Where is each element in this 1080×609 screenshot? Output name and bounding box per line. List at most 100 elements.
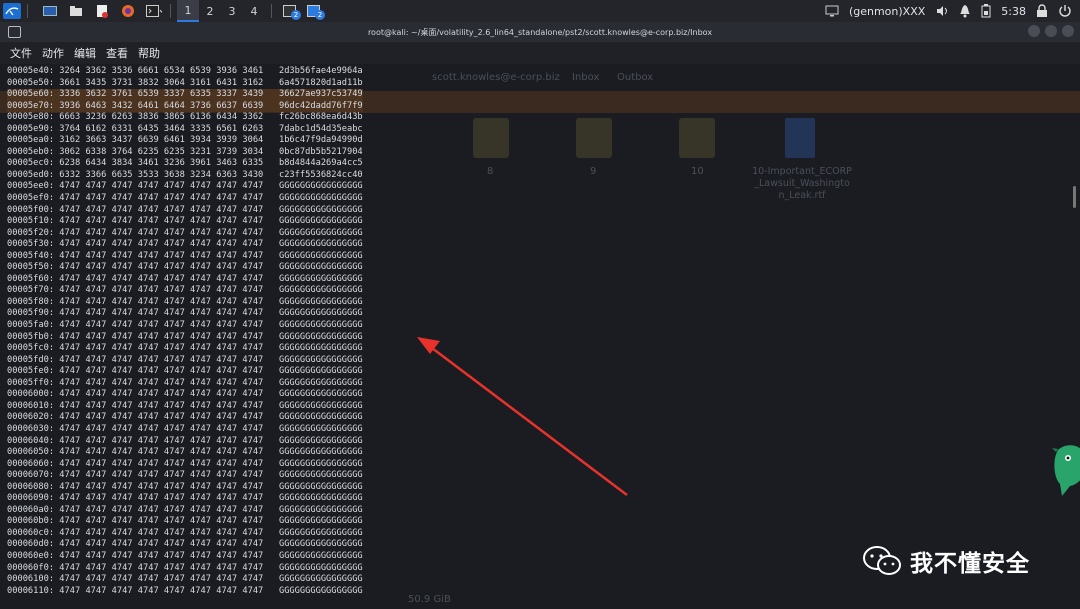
hexdump-row: 00006090: 4747 4747 4747 4747 4747 4747 … <box>7 493 363 504</box>
hexdump-row: 00005ec0: 6238 6434 3834 3461 3236 3961 … <box>7 158 363 169</box>
hexdump-row: 00005fb0: 4747 4747 4747 4747 4747 4747 … <box>7 331 363 342</box>
hexdump-row: 000060f0: 4747 4747 4747 4747 4747 4747 … <box>7 562 363 573</box>
power-icon[interactable] <box>1058 4 1072 18</box>
bg-breadcrumb-inbox: Inbox <box>572 72 600 83</box>
terminal-window-icon <box>8 26 21 38</box>
watermark-text: 我不懂安全 <box>910 551 1030 577</box>
hexdump-row: 00006010: 4747 4747 4747 4747 4747 4747 … <box>7 400 363 411</box>
hexdump-row: 00005e50: 3661 3435 3731 3832 3064 3161 … <box>7 77 363 88</box>
hexdump-row: 000060d0: 4747 4747 4747 4747 4747 4747 … <box>7 539 363 550</box>
terminal-icon[interactable] <box>144 3 164 19</box>
minimize-button[interactable] <box>1028 25 1040 37</box>
notification-bell-icon[interactable] <box>959 4 971 18</box>
hexdump-row: 00005fd0: 4747 4747 4747 4747 4747 4747 … <box>7 354 363 365</box>
hexdump-row: 000060c0: 4747 4747 4747 4747 4747 4747 … <box>7 527 363 538</box>
bg-file-label: 8 <box>487 166 494 177</box>
window-title: root@kali: ~/桌面/volatility_2.6_lin64_sta… <box>367 27 713 37</box>
bg-doc-label: 10-Important_ECORP_Lawsuit_Washington_Le… <box>752 166 852 201</box>
wechat-icon <box>863 546 901 575</box>
menu-help[interactable]: 帮助 <box>138 45 160 61</box>
hexdump-row: 00005fe0: 4747 4747 4747 4747 4747 4747 … <box>7 366 363 377</box>
watermark: 我不懂安全 <box>862 544 1030 578</box>
hexdump-row: 00006040: 4747 4747 4747 4747 4747 4747 … <box>7 435 363 446</box>
hexdump-row: 000060e0: 4747 4747 4747 4747 4747 4747 … <box>7 550 363 561</box>
hexdump-row: 00005f20: 4747 4747 4747 4747 4747 4747 … <box>7 227 363 238</box>
text-editor-icon[interactable] <box>92 3 112 19</box>
bg-file-icon <box>576 118 612 158</box>
hexdump-row: 00005e90: 3764 6162 6331 6435 3464 3335 … <box>7 123 363 134</box>
bg-status: 50.9 GiB <box>408 594 451 605</box>
hexdump-row: 00005ef0: 4747 4747 4747 4747 4747 4747 … <box>7 193 363 204</box>
window-count-badge: 2 <box>291 10 301 20</box>
hexdump-row: 00005ee0: 4747 4747 4747 4747 4747 4747 … <box>7 181 363 192</box>
hexdump-row: 00005e70: 3936 6463 3432 6461 6464 3736 … <box>7 100 363 113</box>
hexdump-row: 00005eb0: 3062 6338 3764 6235 6235 3231 … <box>7 146 363 157</box>
hexdump-row: 00005f80: 4747 4747 4747 4747 4747 4747 … <box>7 296 363 307</box>
hexdump-row: 00005f30: 4747 4747 4747 4747 4747 4747 … <box>7 239 363 250</box>
taskbar-filemanager-group[interactable]: 2 <box>302 0 326 22</box>
hexdump-row: 00006080: 4747 4747 4747 4747 4747 4747 … <box>7 481 363 492</box>
workspace-1[interactable]: 1 <box>177 0 199 22</box>
bg-file-label: 9 <box>590 166 597 177</box>
hexdump-row: 00005f40: 4747 4747 4747 4747 4747 4747 … <box>7 250 363 261</box>
hexdump-row: 00006060: 4747 4747 4747 4747 4747 4747 … <box>7 458 363 469</box>
hexdump-row: 00005ff0: 4747 4747 4747 4747 4747 4747 … <box>7 377 363 388</box>
hexdump-row: 00005f10: 4747 4747 4747 4747 4747 4747 … <box>7 216 363 227</box>
hexdump-row: 00006030: 4747 4747 4747 4747 4747 4747 … <box>7 423 363 434</box>
hexdump-row: 00005ed0: 6332 3366 6635 3533 3638 3234 … <box>7 169 363 180</box>
workspace-4[interactable]: 4 <box>243 0 265 22</box>
workspace-2[interactable]: 2 <box>199 0 221 22</box>
genmon-user[interactable]: (genmon)XXX <box>849 5 925 18</box>
taskbar-terminal-group[interactable]: 2 <box>278 0 302 22</box>
hexdump-row: 00005f50: 4747 4747 4747 4747 4747 4747 … <box>7 262 363 273</box>
battery-icon[interactable] <box>981 4 991 18</box>
window-titlebar[interactable]: root@kali: ~/桌面/volatility_2.6_lin64_sta… <box>0 22 1080 42</box>
bg-file-icon <box>473 118 509 158</box>
bg-file-label: 10 <box>691 166 704 177</box>
monitor-icon[interactable] <box>825 4 839 18</box>
hexdump-row: 00005e40: 3264 3362 3536 6661 6534 6539 … <box>7 66 363 76</box>
firefox-icon[interactable] <box>118 3 138 19</box>
hexdump-row: 00006070: 4747 4747 4747 4747 4747 4747 … <box>7 470 363 481</box>
bg-doc-icon <box>785 118 815 158</box>
window-count-badge: 2 <box>315 10 325 20</box>
bg-breadcrumb-account: scott.knowles@e-corp.biz <box>432 72 560 83</box>
menu-view[interactable]: 查看 <box>106 45 128 61</box>
hexdump-row: 00006020: 4747 4747 4747 4747 4747 4747 … <box>7 412 363 423</box>
menu-actions[interactable]: 动作 <box>42 45 64 61</box>
hexdump-row: 000060b0: 4747 4747 4747 4747 4747 4747 … <box>7 516 363 527</box>
bg-breadcrumb-outbox: Outbox <box>617 72 654 83</box>
volume-icon[interactable] <box>935 4 949 18</box>
dinosaur-mascot-icon <box>1052 445 1080 496</box>
maximize-button[interactable] <box>1045 25 1057 37</box>
hexdump-row: 00005ea0: 3162 3663 3437 6639 6461 3934 … <box>7 135 363 146</box>
hexdump-row: 00006000: 4747 4747 4747 4747 4747 4747 … <box>7 389 363 400</box>
menu-file[interactable]: 文件 <box>10 45 32 61</box>
hexdump-row: 00006050: 4747 4747 4747 4747 4747 4747 … <box>7 447 363 458</box>
system-tray: (genmon)XXX 5:38 <box>825 0 1080 22</box>
hexdump-row: 00005f90: 4747 4747 4747 4747 4747 4747 … <box>7 308 363 319</box>
workspace-3[interactable]: 3 <box>221 0 243 22</box>
kali-menu-icon[interactable] <box>3 3 21 19</box>
scrollbar-thumb[interactable] <box>1073 186 1076 208</box>
menu-edit[interactable]: 编辑 <box>74 45 96 61</box>
bg-file-icon <box>679 118 715 158</box>
lock-icon[interactable] <box>1036 4 1048 18</box>
folder-icon[interactable] <box>66 3 86 19</box>
hexdump-row: 00006110: 4747 4747 4747 4747 4747 4747 … <box>7 585 363 596</box>
hexdump-row: 00005fa0: 4747 4747 4747 4747 4747 4747 … <box>7 320 363 331</box>
terminal-menubar: 文件 动作 编辑 查看 帮助 <box>0 42 1080 64</box>
hexdump-row: 00005fc0: 4747 4747 4747 4747 4747 4747 … <box>7 343 363 354</box>
hexdump-row: 00005f70: 4747 4747 4747 4747 4747 4747 … <box>7 285 363 296</box>
close-button[interactable] <box>1062 25 1074 37</box>
hexdump-row: 00005f00: 4747 4747 4747 4747 4747 4747 … <box>7 204 363 215</box>
hexdump-row: 000060a0: 4747 4747 4747 4747 4747 4747 … <box>7 504 363 515</box>
top-panel: 1 2 3 4 2 2 (genmon)XXX 5:38 <box>0 0 1080 22</box>
hexdump-row: 00006100: 4747 4747 4747 4747 4747 4747 … <box>7 574 363 585</box>
hexdump-row: 00005f60: 4747 4747 4747 4747 4747 4747 … <box>7 273 363 284</box>
desktop-icon[interactable] <box>40 3 60 19</box>
hexdump-row: 00005e80: 6663 3236 6263 3836 3865 6136 … <box>7 112 363 123</box>
hexdump-row: 00005e60: 3336 3632 3761 6539 3337 6335 … <box>7 89 363 101</box>
clock[interactable]: 5:38 <box>1001 5 1026 18</box>
hexdump-output[interactable]: 00005e40: 3264 3362 3536 6661 6534 6539 … <box>7 66 363 597</box>
